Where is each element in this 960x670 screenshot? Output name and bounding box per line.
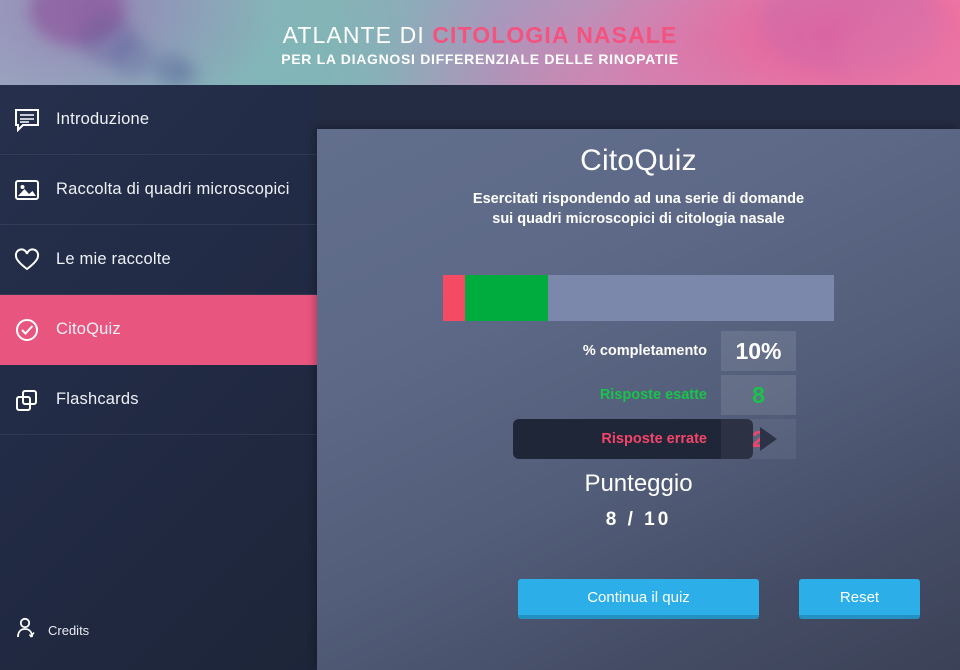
page-header: ATLANTE DI CITOLOGIA NASALE PER LA DIAGN… (0, 0, 960, 85)
check-circle-icon (14, 315, 50, 345)
title-prefix: ATLANTE DI (282, 22, 433, 48)
sidebar-item-raccolta-quadri[interactable]: Raccolta di quadri microscopici (0, 155, 317, 225)
sidebar-item-label: CitoQuiz (56, 320, 121, 338)
stat-row-risposte-esatte: Risposte esatte 8 (317, 375, 960, 415)
stat-label: Risposte errate (601, 431, 707, 447)
progress-segment-correct (464, 275, 548, 321)
comment-icon (14, 105, 50, 135)
sidebar-item-credits[interactable]: Credits (0, 612, 317, 648)
sidebar-item-citoquiz[interactable]: CitoQuiz (0, 295, 317, 365)
sidebar-item-label: Flashcards (56, 390, 139, 408)
image-icon (14, 175, 50, 205)
play-triangle-icon[interactable] (760, 427, 777, 451)
continue-quiz-button[interactable]: Continua il quiz (518, 579, 759, 619)
header-title-block: ATLANTE DI CITOLOGIA NASALE PER LA DIAGN… (0, 0, 960, 85)
sidebar-item-label: Introduzione (56, 110, 150, 128)
page-title: ATLANTE DI CITOLOGIA NASALE (0, 22, 960, 49)
sidebar-item-introduzione[interactable]: Introduzione (0, 85, 317, 155)
user-icon (16, 617, 38, 644)
stat-value: 10% (721, 331, 796, 371)
reset-button[interactable]: Reset (799, 579, 920, 619)
title-accent: CITOLOGIA NASALE (432, 22, 678, 48)
sidebar-item-le-mie-raccolte[interactable]: Le mie raccolte (0, 225, 317, 295)
panel-title: CitoQuiz (580, 144, 697, 177)
sidebar-item-label: Le mie raccolte (56, 250, 171, 268)
progress-segment-wrong (443, 275, 465, 321)
sidebar-item-label: Raccolta di quadri microscopici (56, 180, 290, 198)
sidebar: Introduzione Raccolta di quadri microsco… (0, 85, 317, 670)
stat-row-completamento: % completamento 10% (317, 331, 960, 371)
stats-list: % completamento 10% Risposte esatte 8 Ri… (317, 331, 960, 463)
credits-label: Credits (48, 622, 90, 638)
stat-value: 8 (721, 375, 796, 415)
panel-subtitle-line1: Esercitati rispondendo ad una serie di d… (472, 191, 805, 207)
heart-icon (14, 245, 50, 275)
score-title: Punteggio (584, 470, 693, 497)
page-subtitle: PER LA DIAGNOSI DIFFERENZIALE DELLE RINO… (281, 51, 679, 67)
progress-bar (443, 275, 834, 321)
sidebar-item-flashcards[interactable]: Flashcards (0, 365, 317, 435)
main-panel: CitoQuiz Esercitati rispondendo ad una s… (317, 129, 960, 670)
panel-subtitle-line2: sui quadri microscopici di citologia nas… (492, 211, 785, 227)
stat-label: Risposte esatte (599, 387, 707, 403)
stat-value: 2 (721, 419, 796, 459)
stat-row-risposte-errate[interactable]: Risposte errate 2 (317, 419, 960, 459)
panel-subtitle: Esercitati rispondendo ad una serie di d… (317, 189, 960, 229)
cards-icon (14, 385, 50, 415)
score-value: 8 / 10 (605, 509, 672, 530)
stat-label: % completamento (582, 343, 707, 359)
app-root: ATLANTE DI CITOLOGIA NASALE PER LA DIAGN… (0, 0, 960, 670)
